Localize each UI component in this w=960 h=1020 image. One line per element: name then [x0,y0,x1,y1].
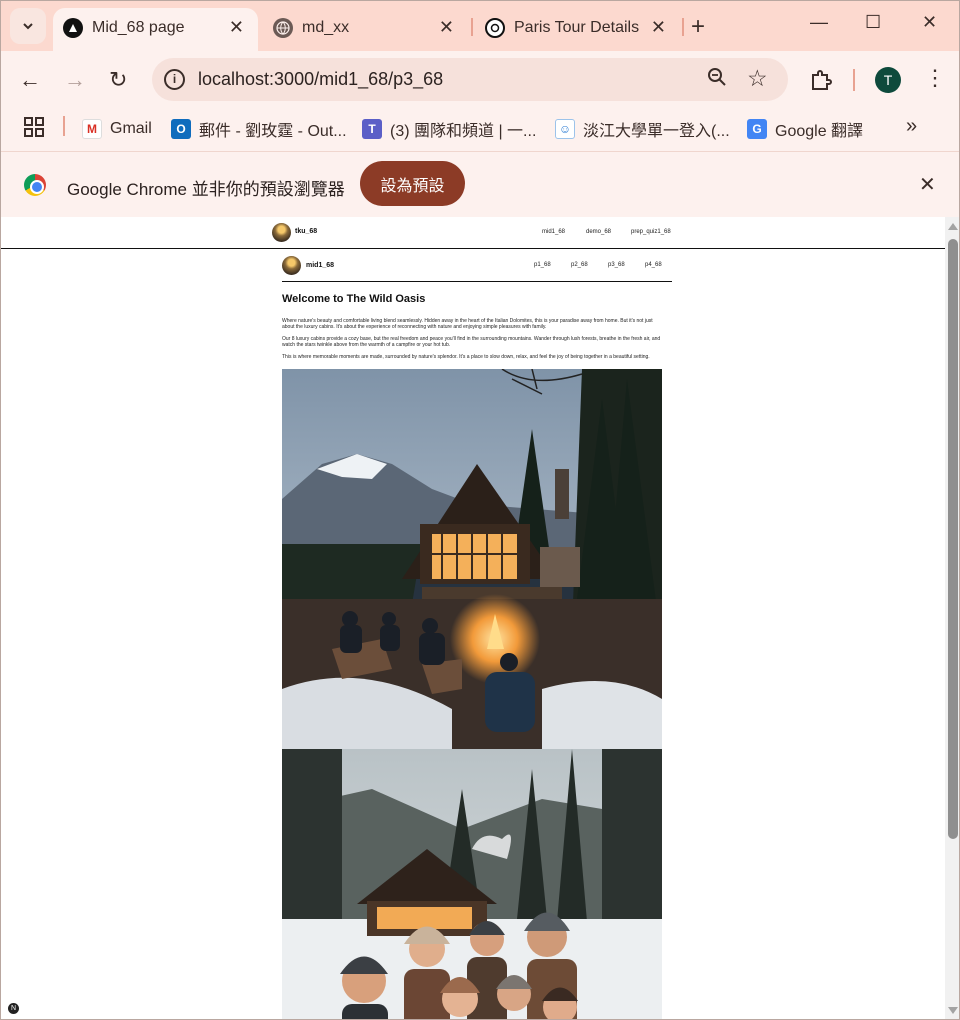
bookmark-label: (3) 團隊和頻道 | 一... [390,123,537,140]
reload-icon[interactable]: ↻ [109,67,127,93]
profile-avatar[interactable]: T [875,67,901,93]
globe-icon [273,18,293,38]
bookmark-label: Gmail [110,120,152,137]
intro-paragraph-1: Where nature's beauty and comfortable li… [282,318,653,331]
bookmarks-bar: M Gmail O 郵件 - 劉玫霆 - Out... T (3) 團隊和頻道 … [1,108,959,152]
forward-arrow-icon[interactable]: → [64,67,86,93]
scrollbar-thumb[interactable] [948,239,958,839]
bookmark-star-icon[interactable]: ☆ [747,65,768,92]
family-in-snow-photo [282,749,662,1019]
gmail-icon: M [82,119,102,139]
scroll-up-icon[interactable] [948,223,958,230]
browser-window: Mid_68 page ✕ md_xx ✕ Paris Tour Details… [0,0,960,1020]
chevron-down-icon [23,23,33,30]
nav-link-p2[interactable]: p2_68 [571,262,588,268]
close-icon[interactable]: ✕ [651,17,666,38]
inner-nav-divider [282,281,672,282]
tab-mid68[interactable]: Mid_68 page ✕ [53,8,258,51]
nav-link-prep-quiz1[interactable]: prep_quiz1_68 [631,229,671,235]
bookmark-google-translate[interactable]: G Google 翻譯 [747,117,863,141]
openai-icon [485,18,505,38]
tab-title: Paris Tour Details [514,19,640,36]
outer-nav-divider [1,248,945,249]
close-icon[interactable]: ✕ [919,172,936,197]
outlook-icon: O [171,119,191,139]
toolbar: ← → ↻ i localhost:3000/mid1_68/p3_68 ☆ T… [1,51,959,108]
bookmark-gmail[interactable]: M Gmail [82,117,152,141]
section-logo[interactable] [282,256,301,275]
bookmark-tku-sso[interactable]: ☺ 淡江大學單一登入(... [555,117,730,141]
triangle-logo-icon [63,18,83,38]
teams-icon: T [362,119,382,139]
dev-indicator-badge[interactable]: N [8,1003,19,1014]
page-title: Welcome to The Wild Oasis [282,293,426,305]
new-tab-icon[interactable]: + [691,13,705,41]
site-info-icon[interactable]: i [164,69,185,90]
tab-separator [682,18,684,36]
set-default-button[interactable]: 設為預設 [360,161,465,206]
extensions-puzzle-icon[interactable] [809,68,833,92]
maximize-icon[interactable]: ☐ [865,12,881,33]
apps-grid-icon[interactable] [24,117,44,137]
tab-md-xx[interactable]: md_xx ✕ [263,8,468,51]
chrome-logo-icon [24,174,46,196]
intro-paragraph-3: This is where memorable moments are made… [282,354,650,360]
toolbar-separator [853,69,855,91]
minimize-icon[interactable]: — [810,12,828,33]
inner-nav-brand[interactable]: mid1_68 [306,262,334,269]
bookmarks-separator [63,116,65,136]
site-logo[interactable] [272,223,291,242]
tab-title: Mid_68 page [92,19,185,36]
back-arrow-icon[interactable]: ← [19,67,41,93]
cabin-campfire-photo [282,369,662,749]
close-icon[interactable]: ✕ [229,17,244,38]
tab-paris-tour[interactable]: Paris Tour Details ✕ [475,8,680,51]
intro-paragraph-2: Our 8 luxury cabins provide a cozy base,… [282,336,661,349]
tab-search-button[interactable] [10,8,46,44]
bookmark-label: Google 翻譯 [775,123,864,140]
bookmark-teams[interactable]: T (3) 團隊和頻道 | 一... [362,117,536,141]
tab-separator [471,18,473,36]
bookmark-label: 郵件 - 劉玫霆 - Out... [199,123,347,140]
more-bookmarks-icon[interactable]: » [906,115,917,138]
scroll-down-icon[interactable] [948,1007,958,1014]
window-close-icon[interactable]: ✕ [922,12,937,33]
tku-sso-icon: ☺ [555,119,575,139]
menu-kebab-icon[interactable]: ⋮ [924,65,946,91]
bookmark-label: 淡江大學單一登入(... [583,123,730,140]
nav-link-mid1[interactable]: mid1_68 [542,229,565,235]
close-icon[interactable]: ✕ [439,17,454,38]
nav-link-p4[interactable]: p4_68 [645,262,662,268]
nav-link-p3[interactable]: p3_68 [608,262,625,268]
tab-strip: Mid_68 page ✕ md_xx ✕ Paris Tour Details… [1,1,959,51]
vertical-scrollbar[interactable] [945,217,959,1019]
outer-nav-brand[interactable]: tku_68 [295,228,317,235]
nav-link-p1[interactable]: p1_68 [534,262,551,268]
google-translate-icon: G [747,119,767,139]
infobar-message: Google Chrome 並非你的預設瀏覽器 [67,180,345,199]
page-viewport: tku_68 mid1_68 demo_68 prep_quiz1_68 mid… [1,217,945,1019]
nav-link-demo[interactable]: demo_68 [586,229,611,235]
bookmark-outlook[interactable]: O 郵件 - 劉玫霆 - Out... [171,117,347,141]
address-bar[interactable]: i localhost:3000/mid1_68/p3_68 ☆ [152,58,788,101]
tab-title: md_xx [302,19,350,36]
default-browser-infobar: Google Chrome 並非你的預設瀏覽器 設為預設 ✕ [1,152,959,217]
zoom-icon[interactable] [707,67,727,93]
url-text[interactable]: localhost:3000/mid1_68/p3_68 [198,69,443,90]
